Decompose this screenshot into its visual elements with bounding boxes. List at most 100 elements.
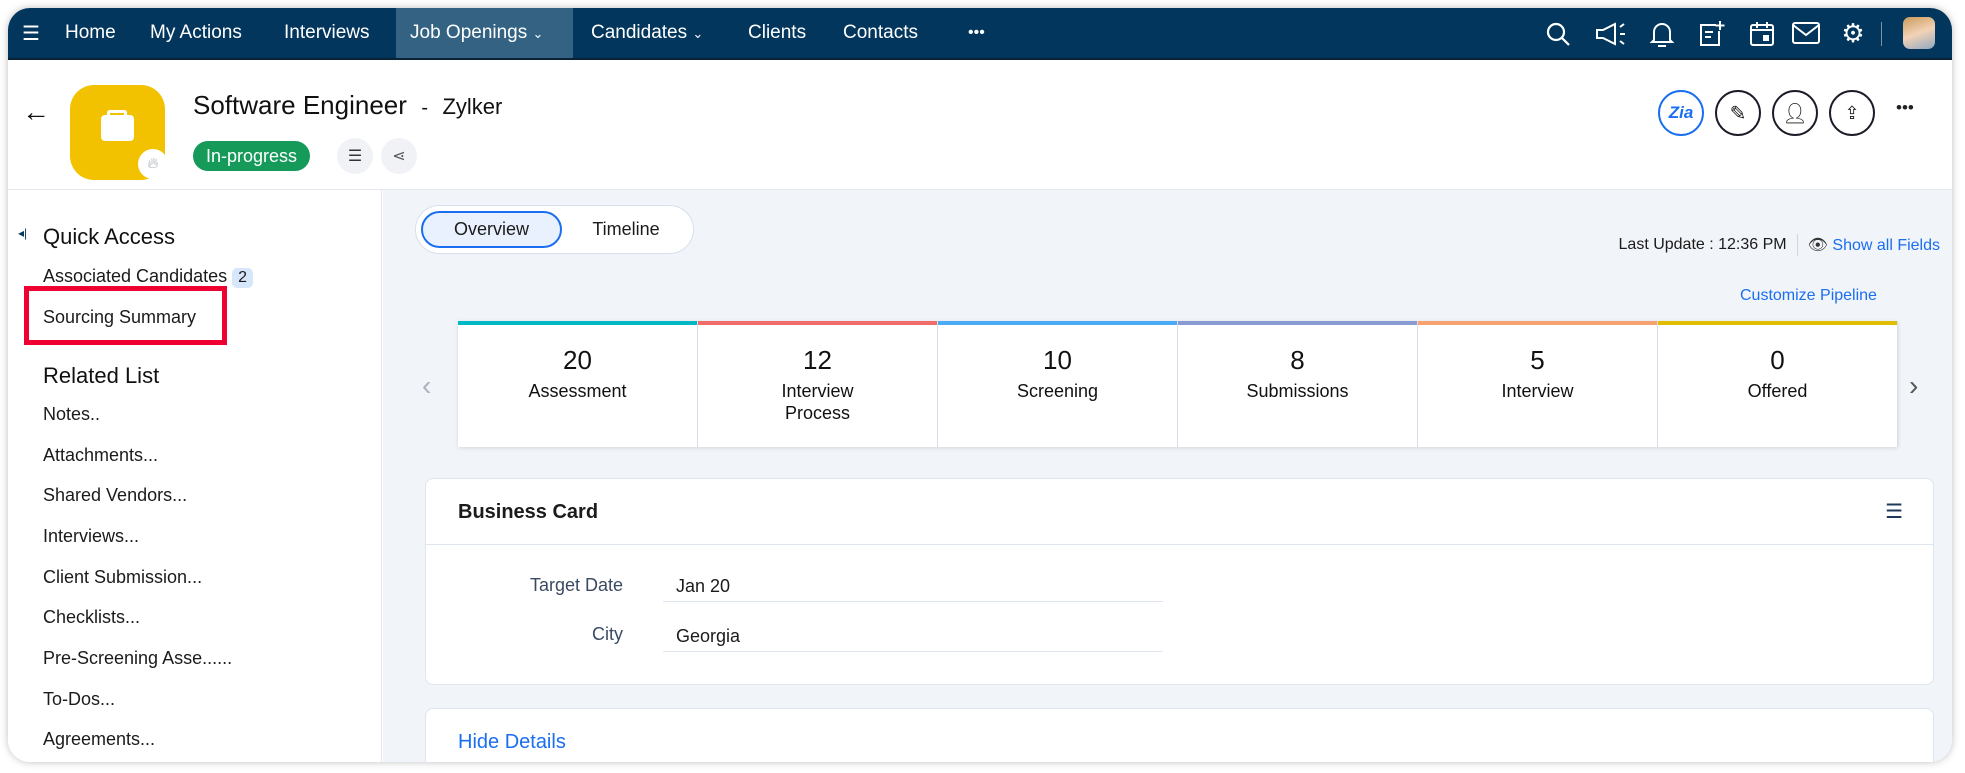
pipeline-stages: 20 Assessment 12 Interview Process 10 Screeni… — [458, 321, 1898, 447]
tab-overview[interactable]: Overview — [421, 211, 562, 248]
pipeline-stage[interactable]: 5 Interview — [1418, 321, 1658, 447]
pipeline-stage[interactable]: 10 Screening — [938, 321, 1178, 447]
nav-job-openings-label: Job Openings — [410, 22, 528, 43]
related-attachments[interactable]: Attachments... — [43, 445, 158, 466]
related-list-heading: Related List — [43, 363, 160, 388]
stage-label: Submissions — [1246, 381, 1349, 401]
related-interviews[interactable]: Interviews... — [43, 526, 139, 547]
nav-home[interactable]: Home — [65, 8, 116, 58]
nav-divider — [1881, 22, 1882, 46]
more-actions-button[interactable]: ••• — [1896, 98, 1914, 118]
nav-candidates-label: Candidates — [591, 22, 688, 43]
calendar-icon[interactable] — [1748, 20, 1776, 48]
user-avatar[interactable] — [1903, 17, 1935, 49]
briefcase-handle — [107, 110, 127, 117]
stage-color-bar — [1658, 321, 1897, 325]
field-label-city: City — [592, 624, 623, 644]
view-toggle: Overview Timeline — [415, 205, 694, 254]
stage-count: 5 — [1530, 345, 1545, 375]
client-name[interactable]: Zylker — [442, 94, 502, 119]
field-value-city[interactable]: Georgia — [663, 614, 1163, 652]
stage-color-bar — [458, 321, 697, 325]
settings-gear-icon[interactable]: ⚙ — [1838, 18, 1868, 48]
related-client-submission[interactable]: Client Submission... — [43, 567, 202, 588]
details-card: Hide Details — [425, 708, 1934, 762]
stage-label: Interview Process — [781, 381, 854, 423]
related-pre-screening[interactable]: Pre-Screening Asse...... — [43, 648, 232, 669]
job-logo: 🔥︎ — [70, 85, 168, 180]
show-all-fields-label: Show all Fields — [1832, 237, 1940, 254]
layout-options-icon[interactable]: ☰ — [1885, 499, 1903, 524]
hot-flame-icon: 🔥︎ — [138, 149, 168, 179]
associated-count-badge: 2 — [232, 268, 254, 288]
back-arrow-icon[interactable]: ← — [22, 96, 50, 127]
stage-label: Offered — [1747, 381, 1808, 401]
pipeline-prev-arrow-icon[interactable]: ‹ — [422, 370, 431, 402]
quick-access-heading: Quick Access — [43, 224, 176, 249]
related-shared-vendors[interactable]: Shared Vendors... — [43, 485, 187, 506]
top-nav: ☰ Home My Actions Interviews Job Opening… — [8, 8, 1952, 60]
chevron-down-icon: ⌄ — [692, 26, 704, 41]
record-header: ← 🔥︎ Software Engineer - Zylker In-progr… — [8, 60, 1952, 190]
briefcase-icon — [101, 115, 134, 141]
collapse-sidebar-icon[interactable]: ◂| — [18, 226, 28, 246]
sourcing-summary-link[interactable]: Sourcing Summary — [43, 307, 196, 328]
pipeline-next-arrow-icon[interactable]: › — [1909, 370, 1918, 402]
bell-icon[interactable] — [1649, 20, 1675, 48]
hide-details-link[interactable]: Hide Details — [458, 731, 566, 754]
job-title: Software Engineer — [193, 90, 407, 120]
main-content: Overview Timeline Last Update : 12:36 PM… — [383, 190, 1952, 762]
related-todos[interactable]: To-Dos... — [43, 689, 115, 710]
business-card: Business Card ☰ Target Date Jan 20 City … — [425, 478, 1934, 685]
show-all-fields-link[interactable]: 👁︎ Show all Fields — [1808, 235, 1940, 255]
nav-candidates[interactable]: Candidates ⌄ — [591, 8, 703, 58]
pipeline-stage[interactable]: 0 Offered — [1658, 321, 1898, 447]
related-checklists[interactable]: Checklists... — [43, 607, 140, 628]
pipeline-stage[interactable]: 12 Interview Process — [698, 321, 938, 447]
associated-candidates-link[interactable]: Associated Candidates 2 — [43, 266, 254, 288]
stage-color-bar — [1418, 321, 1657, 325]
nav-interviews[interactable]: Interviews — [284, 8, 370, 58]
add-note-icon[interactable] — [1698, 19, 1726, 47]
related-notes[interactable]: Notes.. — [43, 404, 100, 425]
associated-candidates-label: Associated Candidates — [43, 266, 228, 286]
page-title: Software Engineer - Zylker — [193, 90, 502, 121]
customize-pipeline-link[interactable]: Customize Pipeline — [1740, 287, 1877, 305]
tab-timeline[interactable]: Timeline — [566, 211, 686, 248]
nav-job-openings[interactable]: Job Openings ⌄ — [396, 8, 573, 58]
hamburger-menu-icon[interactable]: ☰ — [20, 21, 42, 45]
share-icon[interactable]: ⋖ — [381, 138, 417, 174]
field-value-target-date[interactable]: Jan 20 — [663, 564, 1163, 602]
search-icon[interactable] — [1545, 21, 1571, 47]
nav-my-actions[interactable]: My Actions — [150, 8, 242, 58]
nav-clients[interactable]: Clients — [748, 8, 806, 58]
stage-count: 10 — [1043, 345, 1072, 375]
pipeline-stage[interactable]: 20 Assessment — [458, 321, 698, 447]
eye-icon: 👁︎ — [1807, 237, 1828, 254]
stage-count: 8 — [1290, 345, 1305, 375]
edit-button[interactable]: ✎ — [1715, 90, 1761, 136]
status-badge[interactable]: In-progress — [193, 141, 311, 171]
mail-icon[interactable] — [1791, 21, 1821, 45]
stage-count: 20 — [563, 345, 592, 375]
stage-color-bar — [698, 321, 937, 325]
add-candidate-button[interactable]: 👤︎ — [1772, 90, 1818, 136]
pipeline-stage[interactable]: 8 Submissions — [1178, 321, 1418, 447]
stage-count: 12 — [803, 345, 832, 375]
nav-more[interactable]: ••• — [968, 8, 985, 58]
activity-log-icon[interactable]: ☰ — [337, 138, 373, 174]
publish-button[interactable]: ⇪ — [1829, 90, 1875, 136]
title-separator: - — [421, 97, 429, 119]
stage-color-bar — [1178, 321, 1417, 325]
nav-contacts[interactable]: Contacts — [843, 8, 918, 58]
stage-color-bar — [938, 321, 1177, 325]
chevron-down-icon: ⌄ — [532, 26, 544, 41]
announcement-icon[interactable] — [1594, 21, 1628, 47]
zia-button[interactable]: Zia — [1658, 90, 1704, 136]
business-card-title: Business Card — [458, 501, 599, 523]
app-window: ☰ Home My Actions Interviews Job Opening… — [8, 8, 1952, 762]
related-agreements[interactable]: Agreements... — [43, 729, 155, 750]
business-card-header: Business Card ☰ — [426, 479, 1933, 545]
last-update-text: Last Update : 12:36 PM — [1618, 236, 1787, 253]
update-bar: Last Update : 12:36 PM 👁︎ Show all Field… — [1619, 234, 1940, 256]
